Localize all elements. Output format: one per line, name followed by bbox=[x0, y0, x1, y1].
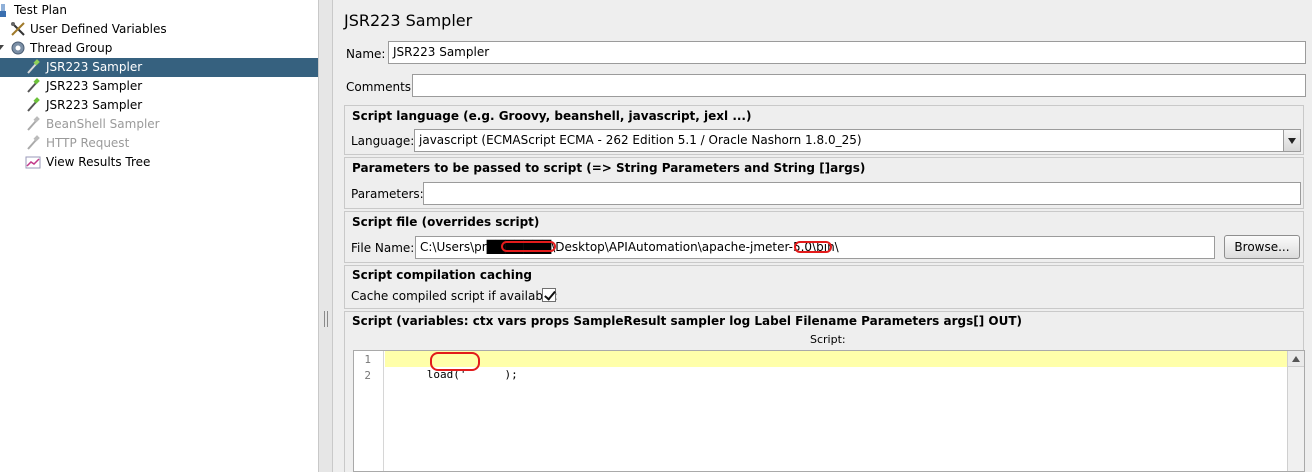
code-line[interactable]: load('); bbox=[385, 351, 1287, 381]
chart-icon bbox=[25, 154, 41, 170]
tree-item-thread-group[interactable]: Thread Group bbox=[0, 39, 318, 58]
pipette-icon bbox=[25, 116, 41, 132]
tree-item-beanshell-sampler[interactable]: BeanShell Sampler bbox=[0, 115, 318, 134]
tree-item-user-defined-variables[interactable]: User Defined Variables bbox=[0, 20, 318, 39]
name-field[interactable]: JSR223 Sampler bbox=[388, 41, 1306, 64]
pipette-icon bbox=[25, 97, 41, 113]
tree-item-view-results-tree[interactable]: View Results Tree bbox=[0, 153, 318, 172]
pipette-icon bbox=[25, 135, 41, 151]
tree-item-label: Test Plan bbox=[14, 3, 67, 17]
line-number: 1 bbox=[364, 353, 371, 366]
file-name-label: File Name: bbox=[351, 241, 415, 255]
redaction-mark bbox=[430, 352, 480, 371]
tree-item-label: HTTP Request bbox=[46, 136, 130, 150]
name-label: Name: bbox=[346, 47, 386, 61]
section-title: Parameters to be passed to script (=> St… bbox=[352, 161, 866, 175]
script-editor[interactable]: 1 2 load('); bbox=[353, 350, 1305, 472]
sampler-panel: JSR223 Sampler Name: JSR223 Sampler Comm… bbox=[334, 0, 1312, 472]
parameters-field[interactable] bbox=[423, 182, 1301, 205]
redaction-mark bbox=[501, 241, 556, 252]
comments-field[interactable] bbox=[412, 74, 1306, 97]
tree-item-label: JSR223 Sampler bbox=[46, 79, 143, 93]
pipette-icon bbox=[25, 78, 41, 94]
tree-item-http-request[interactable]: HTTP Request bbox=[0, 134, 318, 153]
editor-scrollbar[interactable] bbox=[1287, 351, 1304, 471]
tree-item-label: View Results Tree bbox=[46, 155, 151, 169]
file-path-text: C:\Users\pr███████\Desktop\APIAutomation… bbox=[420, 240, 839, 254]
language-label: Language: bbox=[351, 134, 415, 148]
test-plan-icon bbox=[0, 2, 14, 18]
tree-item-jsr223-sampler-3[interactable]: JSR223 Sampler bbox=[0, 96, 318, 115]
tree-item-label: BeanShell Sampler bbox=[46, 117, 160, 131]
tools-icon bbox=[10, 21, 26, 37]
cache-compiled-label: Cache compiled script if available: bbox=[351, 289, 558, 303]
script-editor-label: Script: bbox=[810, 333, 846, 346]
script-language-section: Script language (e.g. Groovy, beanshell,… bbox=[344, 105, 1304, 155]
script-caching-section: Script compilation caching Cache compile… bbox=[344, 265, 1304, 309]
code-line[interactable] bbox=[385, 367, 387, 383]
script-file-section: Script file (overrides script) File Name… bbox=[344, 211, 1304, 263]
parameters-label: Parameters: bbox=[351, 187, 424, 201]
gear-icon bbox=[10, 40, 26, 56]
comments-label: Comments: bbox=[346, 80, 416, 94]
tree-item-label: JSR223 Sampler bbox=[46, 98, 143, 112]
tree-item-test-plan[interactable]: Test Plan bbox=[0, 1, 318, 20]
tree-item-label: User Defined Variables bbox=[30, 22, 167, 36]
tree-item-jsr223-sampler-1[interactable]: JSR223 Sampler bbox=[0, 58, 318, 77]
section-title: Script language (e.g. Groovy, beanshell,… bbox=[352, 109, 752, 123]
tree-item-jsr223-sampler-2[interactable]: JSR223 Sampler bbox=[0, 77, 318, 96]
test-plan-tree[interactable]: Test Plan User Defined Variables Thread … bbox=[0, 0, 319, 472]
expand-arrow-icon[interactable] bbox=[0, 40, 6, 56]
parameters-section: Parameters to be passed to script (=> St… bbox=[344, 157, 1304, 209]
section-title: Script (variables: ctx vars props Sample… bbox=[352, 314, 1022, 328]
splitter-grip-icon[interactable] bbox=[324, 311, 328, 327]
line-number: 2 bbox=[364, 369, 371, 382]
browse-button[interactable]: Browse... bbox=[1224, 235, 1300, 259]
code-text-suffix: ); bbox=[504, 368, 518, 381]
redaction-mark bbox=[794, 241, 832, 253]
scroll-up-icon[interactable] bbox=[1288, 351, 1304, 367]
cache-compiled-checkbox[interactable] bbox=[542, 288, 556, 302]
page-title: JSR223 Sampler bbox=[344, 11, 473, 30]
line-number-gutter: 1 2 bbox=[354, 351, 384, 471]
language-select[interactable]: javascript (ECMAScript ECMA - 262 Editio… bbox=[414, 129, 1301, 152]
chevron-down-icon[interactable] bbox=[1283, 130, 1300, 151]
section-title: Script file (overrides script) bbox=[352, 215, 540, 229]
language-select-value: javascript (ECMAScript ECMA - 262 Editio… bbox=[419, 133, 862, 147]
pipette-icon bbox=[25, 59, 41, 75]
section-title: Script compilation caching bbox=[352, 268, 532, 282]
splitter[interactable] bbox=[319, 0, 333, 472]
tree-item-label: Thread Group bbox=[30, 41, 113, 55]
tree-item-label: JSR223 Sampler bbox=[46, 60, 143, 74]
